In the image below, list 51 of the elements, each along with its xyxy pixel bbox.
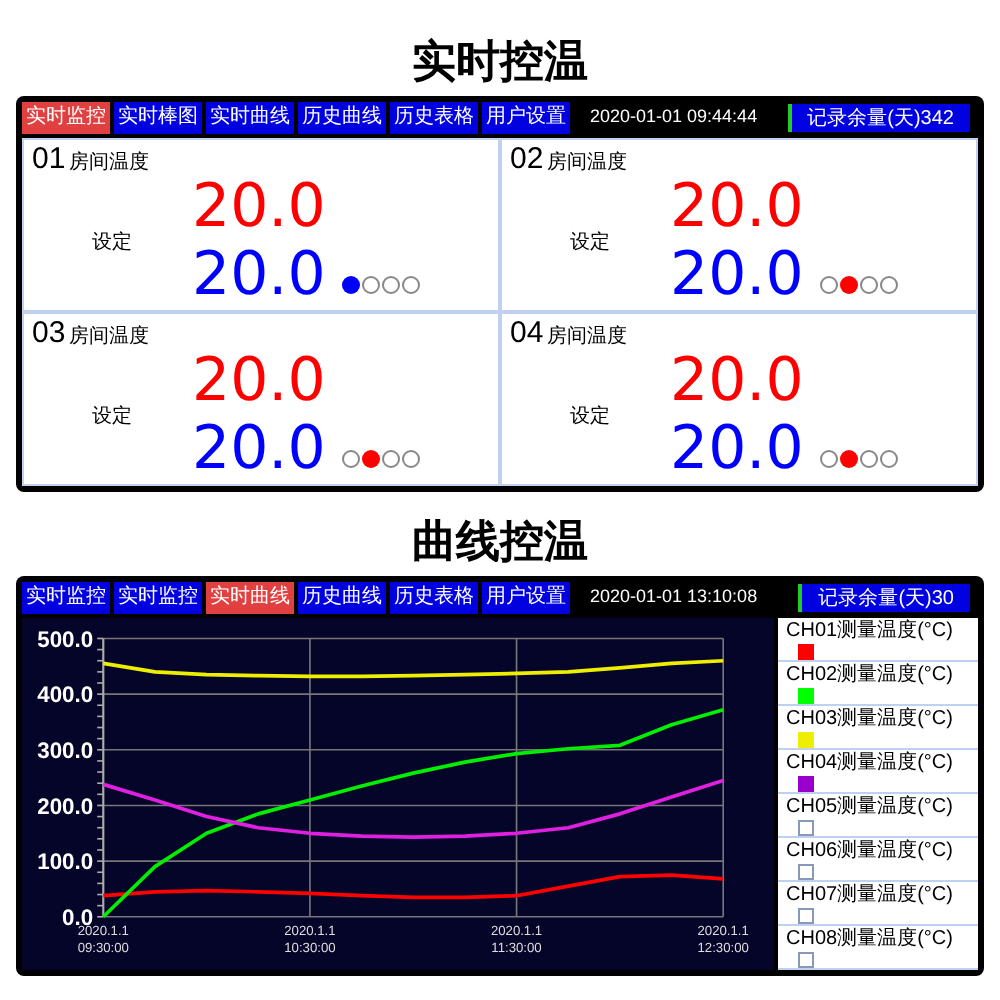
section-title: 实时控温 bbox=[412, 40, 588, 84]
y-tick-label: 400.0 bbox=[37, 684, 94, 709]
tab[interactable]: 历史曲线 bbox=[298, 582, 386, 614]
datetime: 2020-01-01 13:10:08 bbox=[590, 584, 758, 611]
channel-label: 房间温度 bbox=[69, 154, 150, 174]
legend-label: CH05测量温度(°C) bbox=[786, 795, 955, 817]
legend-label: CH07测量温度(°C) bbox=[786, 883, 955, 905]
tab[interactable]: 实时监控 bbox=[22, 582, 110, 614]
channel-number: 04 bbox=[510, 318, 544, 348]
setpoint-value: 20.0 bbox=[670, 416, 804, 484]
section-title: 曲线控温 bbox=[412, 520, 588, 564]
setpoint-label: 设定 bbox=[570, 229, 610, 257]
channel-number: 02 bbox=[510, 144, 544, 174]
tab[interactable]: 用户设置 bbox=[482, 582, 570, 614]
y-tick-label: 300.0 bbox=[37, 739, 94, 764]
channel-label: 房间温度 bbox=[547, 154, 628, 174]
tab[interactable]: 历史表格 bbox=[390, 102, 478, 134]
setpoint-value: 20.0 bbox=[192, 242, 326, 310]
record-remaining: 记录余量(天)30 bbox=[798, 584, 970, 612]
legend-label: CH02测量温度(°C) bbox=[786, 663, 955, 685]
record-remaining: 记录余量(天)342 bbox=[787, 104, 970, 132]
tab[interactable]: 实时曲线 bbox=[206, 102, 294, 134]
tab[interactable]: 历史表格 bbox=[390, 582, 478, 614]
legend-label: CH03测量温度(°C) bbox=[786, 707, 955, 729]
setpoint-label: 设定 bbox=[92, 403, 132, 431]
setpoint-label: 设定 bbox=[92, 229, 132, 257]
y-tick-label: 100.0 bbox=[37, 851, 94, 876]
setpoint-label: 设定 bbox=[570, 403, 610, 431]
channel-label: 房间温度 bbox=[547, 328, 628, 348]
datetime: 2020-01-01 09:44:44 bbox=[590, 104, 758, 131]
setpoint-value: 20.0 bbox=[670, 242, 804, 310]
y-tick-label: 200.0 bbox=[37, 795, 94, 820]
channel-number: 03 bbox=[32, 318, 66, 348]
y-tick-label: 500.0 bbox=[37, 628, 94, 653]
temperature-value: 20.0 bbox=[670, 348, 806, 416]
legend-label: CH06测量温度(°C) bbox=[786, 839, 955, 861]
tab[interactable]: 实时监控 bbox=[114, 582, 202, 614]
legend-label: CH08测量温度(°C) bbox=[786, 927, 955, 949]
legend-label: CH01测量温度(°C) bbox=[786, 619, 955, 641]
tab[interactable]: 用户设置 bbox=[482, 102, 570, 134]
temperature-value: 20.0 bbox=[192, 174, 328, 242]
legend-label: CH04测量温度(°C) bbox=[786, 751, 955, 773]
channel-label: 房间温度 bbox=[69, 328, 150, 348]
temperature-value: 20.0 bbox=[192, 348, 328, 416]
tab[interactable]: 实时监控 bbox=[22, 102, 110, 134]
setpoint-value: 20.0 bbox=[192, 416, 326, 484]
tab[interactable]: 实时棒图 bbox=[114, 102, 202, 134]
channel-number: 01 bbox=[32, 144, 66, 174]
tab[interactable]: 历史曲线 bbox=[298, 102, 386, 134]
temperature-value: 20.0 bbox=[670, 174, 806, 242]
tab[interactable]: 实时曲线 bbox=[206, 582, 294, 614]
